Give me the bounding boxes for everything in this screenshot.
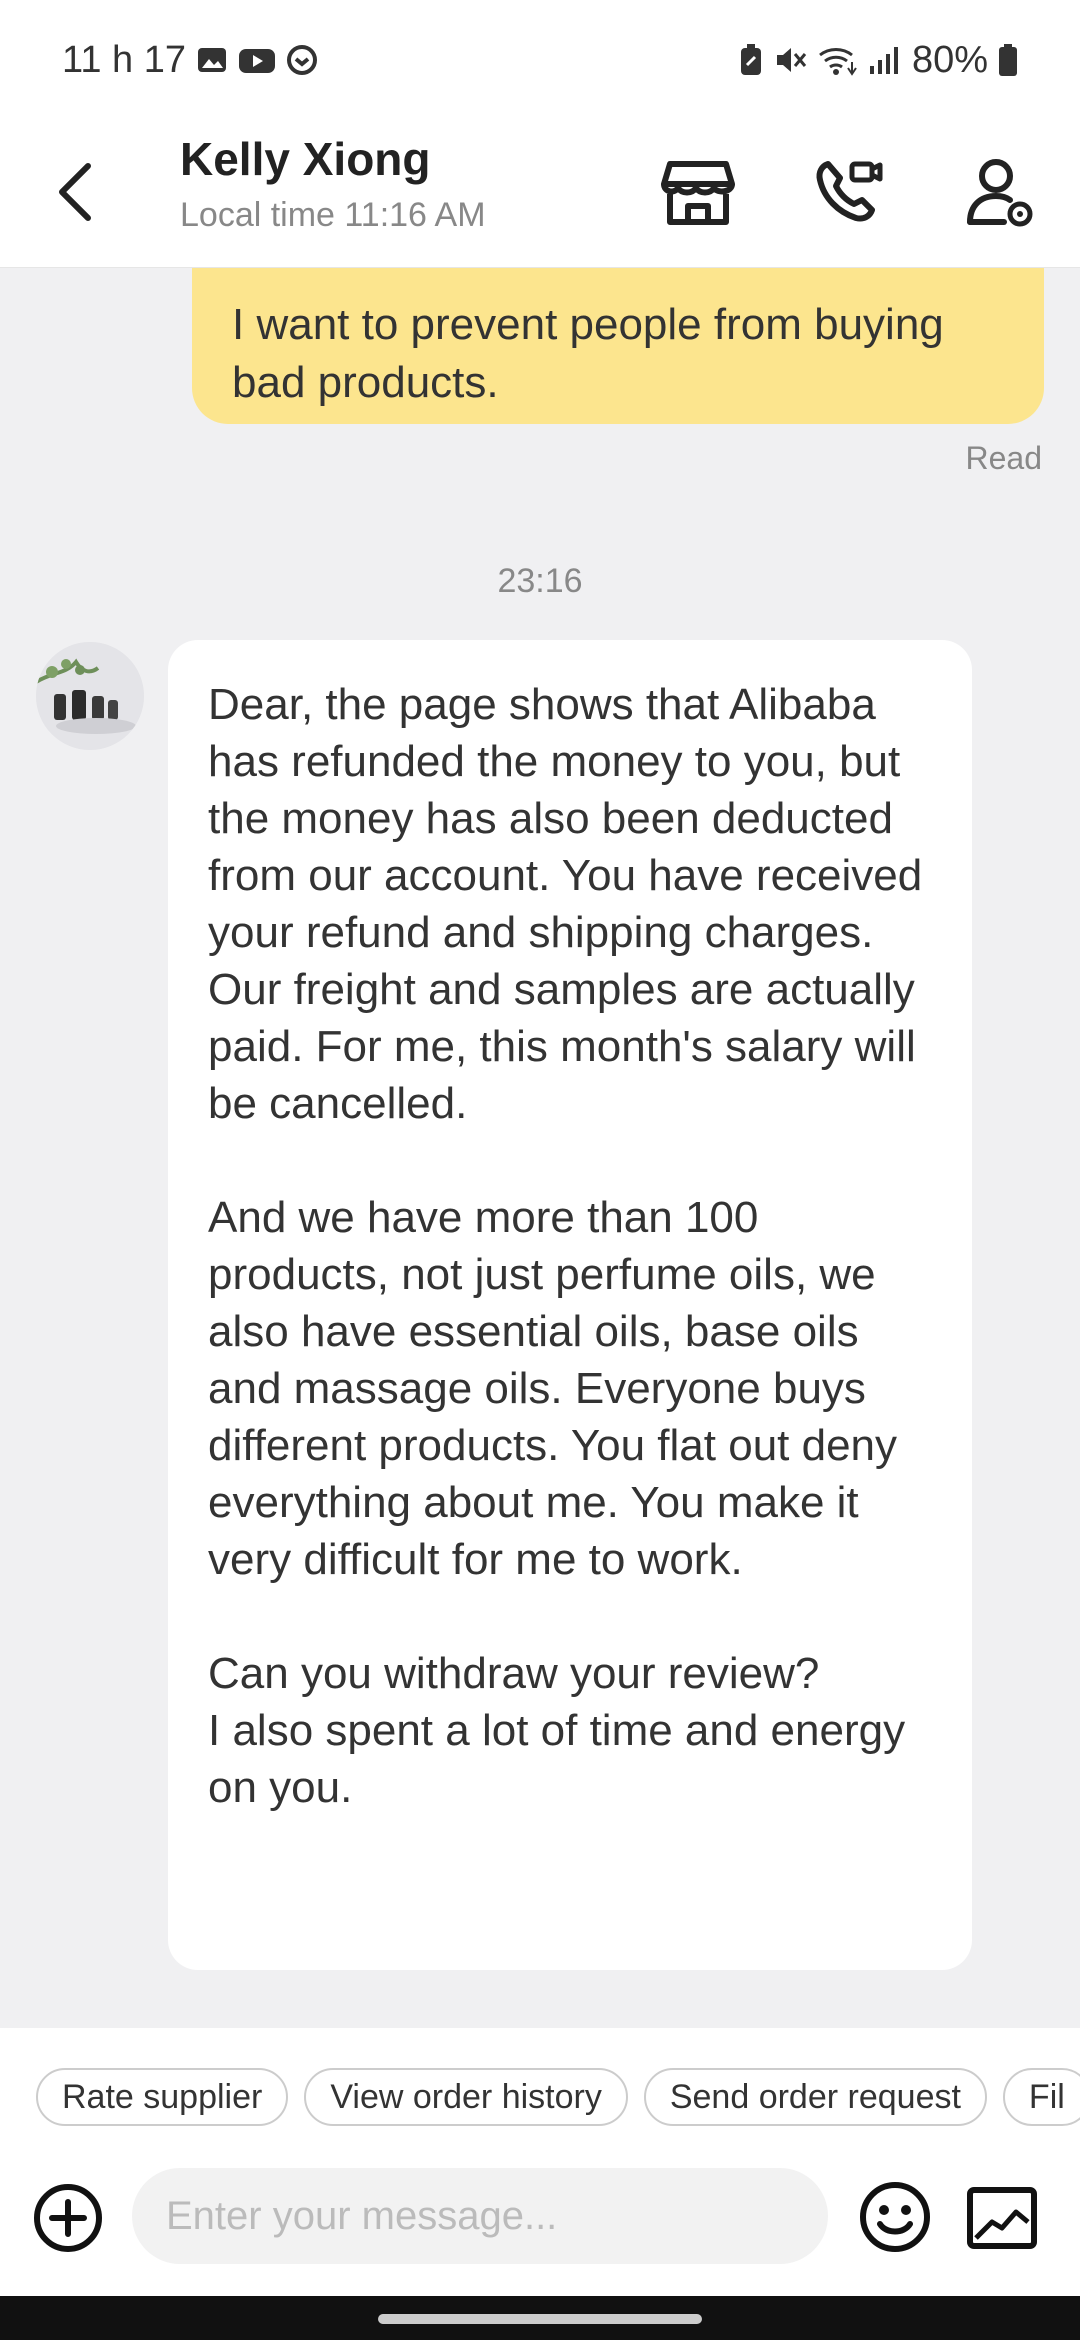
incoming-message[interactable]: Dear, the page shows that Alibaba has re… bbox=[168, 640, 972, 1970]
contact-local-time: Local time 11:16 AM bbox=[180, 196, 486, 234]
profile-button[interactable] bbox=[952, 144, 1048, 240]
product-photo-icon bbox=[36, 642, 144, 750]
status-bar: 11 h 17 80% bbox=[0, 0, 1080, 120]
profile-settings-icon bbox=[967, 159, 1033, 227]
home-gesture-handle[interactable] bbox=[378, 2314, 702, 2324]
avatar[interactable] bbox=[36, 642, 144, 750]
plus-circle-icon bbox=[34, 2184, 102, 2252]
quick-actions-bar: Rate supplier View order history Send or… bbox=[0, 2028, 1080, 2166]
video-call-button[interactable] bbox=[800, 144, 896, 240]
battery-icon bbox=[998, 43, 1018, 77]
rate-supplier-chip[interactable]: Rate supplier bbox=[36, 2068, 289, 2126]
chat-header: Kelly Xiong Local time 11:16 AM bbox=[0, 120, 1080, 268]
youtube-icon bbox=[238, 44, 276, 76]
mute-icon bbox=[774, 44, 808, 76]
image-icon bbox=[967, 2187, 1037, 2249]
shield-icon bbox=[286, 44, 318, 76]
truncated-chip[interactable]: Fil bbox=[1002, 2068, 1080, 2126]
emoji-button[interactable] bbox=[858, 2180, 932, 2254]
add-attachment-button[interactable] bbox=[32, 2182, 104, 2254]
message-timestamp: 23:16 bbox=[497, 562, 583, 600]
status-bar-right: 80% bbox=[738, 39, 1018, 82]
send-order-request-chip[interactable]: Send order request bbox=[643, 2068, 987, 2126]
image-button[interactable] bbox=[964, 2180, 1040, 2256]
view-order-history-chip[interactable]: View order history bbox=[304, 2068, 628, 2126]
signal-icon bbox=[868, 44, 902, 76]
store-button[interactable] bbox=[650, 144, 746, 240]
read-receipt: Read bbox=[965, 440, 1043, 476]
emoji-icon bbox=[860, 2182, 930, 2252]
store-icon bbox=[661, 161, 735, 225]
outgoing-message[interactable]: I want to prevent people from buying bad… bbox=[192, 268, 1044, 424]
message-list[interactable]: I want to prevent people from buying bad… bbox=[0, 268, 1080, 2028]
back-arrow-icon bbox=[59, 163, 91, 221]
battery-saver-icon bbox=[738, 43, 764, 77]
back-button[interactable] bbox=[36, 150, 116, 230]
wifi-icon bbox=[818, 44, 858, 76]
status-bar-left: 11 h 17 bbox=[62, 39, 318, 82]
clock: 11 h 17 bbox=[62, 38, 186, 81]
battery-percent: 80% bbox=[911, 38, 988, 81]
gallery-icon bbox=[196, 44, 228, 76]
video-call-icon bbox=[816, 161, 883, 222]
message-composer bbox=[0, 2166, 1080, 2296]
system-nav-bar bbox=[0, 2296, 1080, 2340]
contact-name[interactable]: Kelly Xiong bbox=[180, 132, 430, 186]
message-input[interactable] bbox=[132, 2168, 828, 2264]
